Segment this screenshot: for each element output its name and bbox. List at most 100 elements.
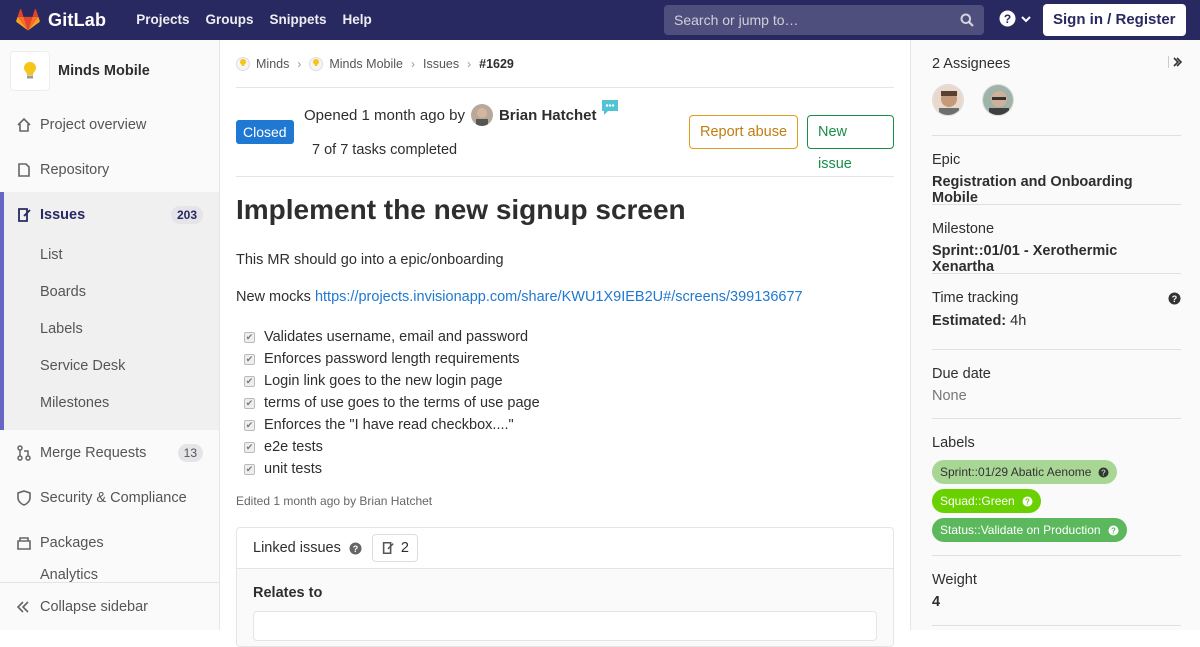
weight-block: Weight 4: [932, 556, 1181, 626]
task-item: ✔ Validates username, email and password: [236, 326, 894, 348]
estimated-label: Estimated:: [932, 313, 1007, 329]
nav-snippets[interactable]: Snippets: [262, 0, 335, 40]
nav-groups[interactable]: Groups: [197, 0, 261, 40]
double-chevron-left-icon: [16, 600, 29, 613]
sidebar-item-issues[interactable]: Issues 203: [4, 192, 219, 237]
time-tracking-title: Time tracking: [932, 290, 1019, 306]
search-box: [664, 5, 984, 35]
related-issue-card[interactable]: [253, 611, 877, 641]
task-label: Login link goes to the new login page: [264, 373, 503, 389]
sidebar-subitem-milestones[interactable]: Milestones: [4, 385, 219, 430]
label-sprint[interactable]: Sprint::01/29 Abatic Aenome ?: [932, 460, 1118, 484]
group-avatar-icon: [236, 56, 250, 71]
sidebar-item-security-compliance[interactable]: Security & Compliance: [0, 475, 219, 520]
sidebar-subitem-service-desk[interactable]: Service Desk: [4, 348, 219, 385]
task-label: Enforces password length requirements: [264, 351, 520, 367]
sidebar-item-merge-requests[interactable]: Merge Requests 13: [0, 430, 219, 475]
sign-in-button[interactable]: Sign in / Register: [1043, 4, 1186, 36]
gitlab-logo-icon: [16, 9, 40, 31]
breadcrumb: Minds › Minds Mobile › Issues › #1629: [236, 40, 894, 88]
task-checkbox[interactable]: ✔: [244, 331, 255, 343]
project-header[interactable]: Minds Mobile: [0, 40, 219, 102]
task-label: e2e tests: [264, 439, 323, 455]
mocks-link[interactable]: https://projects.invisionapp.com/share/K…: [315, 289, 803, 305]
task-checkbox[interactable]: ✔: [244, 353, 255, 365]
sidebar-subitem-list[interactable]: List: [4, 237, 219, 274]
double-chevron-right-icon[interactable]: [1168, 55, 1182, 69]
issues-count-badge: 203: [170, 205, 203, 224]
sidebar-item-project-overview[interactable]: Project overview: [0, 102, 219, 147]
sidebar-item-label: Repository: [40, 161, 110, 178]
question-icon[interactable]: ?: [349, 542, 362, 555]
project-avatar-icon: [309, 56, 324, 71]
due-date-title: Due date: [932, 366, 991, 382]
task-checkbox[interactable]: ✔: [244, 463, 255, 475]
svg-text:?: ?: [1004, 12, 1011, 26]
task-label: unit tests: [264, 461, 323, 477]
linked-issues-count[interactable]: 2: [371, 534, 418, 562]
doc-icon: [16, 162, 32, 178]
home-icon: [16, 117, 32, 133]
breadcrumb-current[interactable]: #1629: [479, 57, 514, 71]
project-name: Minds Mobile: [58, 63, 150, 79]
author-link[interactable]: Brian Hatchet: [499, 107, 597, 124]
merge-requests-count-badge: 13: [177, 443, 203, 462]
sidebar-item-label: Project overview: [40, 116, 147, 133]
task-item: ✔ Enforces password length requirements: [236, 348, 894, 370]
label-text: Status::Validate on Production: [940, 523, 1101, 537]
nav-help[interactable]: Help: [335, 0, 380, 40]
assignee-avatar[interactable]: [932, 84, 964, 116]
sidebar-subitem-labels[interactable]: Labels: [4, 311, 219, 348]
estimate-row: Estimated: 4h: [932, 313, 1181, 329]
time-tracking-block: Time tracking ? Estimated: 4h: [932, 274, 1181, 350]
task-item: ✔ e2e tests: [236, 436, 894, 458]
question-icon[interactable]: ?: [1168, 292, 1181, 305]
breadcrumb-separator: ›: [410, 56, 415, 71]
chevron-down-icon: [1021, 15, 1031, 22]
mocks-label: New mocks: [236, 289, 315, 305]
breadcrumb-issues[interactable]: Issues: [423, 57, 459, 71]
right-sidebar: 2 Assignees Epic Registration and Onboar…: [910, 40, 1200, 630]
sidebar-subitem-boards[interactable]: Boards: [4, 274, 219, 311]
assignee-avatar[interactable]: [982, 84, 1014, 116]
label-squad[interactable]: Squad::Green ?: [932, 489, 1041, 513]
task-checkbox[interactable]: ✔: [244, 397, 255, 409]
task-checkbox[interactable]: ✔: [244, 419, 255, 431]
search-input[interactable]: [664, 5, 949, 35]
nav-projects[interactable]: Projects: [128, 0, 197, 40]
gitlab-home-link[interactable]: GitLab: [16, 0, 106, 40]
task-checkbox[interactable]: ✔: [244, 375, 255, 387]
linked-count-value: 2: [400, 540, 409, 556]
breadcrumb-minds[interactable]: Minds: [256, 57, 289, 71]
epic-value[interactable]: Registration and Onboarding Mobile: [932, 174, 1181, 206]
estimated-value: 4h: [1010, 313, 1027, 329]
issue-description: This MR should go into a epic/onboarding…: [236, 252, 894, 305]
help-icon: ?: [999, 10, 1016, 27]
project-avatar: [10, 51, 50, 91]
task-label: terms of use goes to the terms of use pa…: [264, 395, 540, 411]
new-issue-button[interactable]: New issue: [807, 115, 894, 172]
help-dropdown[interactable]: ?: [999, 10, 1032, 27]
author-avatar[interactable]: [470, 104, 493, 126]
relates-to-label: Relates to: [253, 585, 323, 601]
labels-title: Labels: [932, 435, 975, 451]
collapse-sidebar-button[interactable]: Collapse sidebar: [0, 582, 219, 630]
label-status[interactable]: Status::Validate on Production ?: [932, 518, 1127, 542]
relates-to-section: Relates to: [237, 569, 893, 646]
description-paragraph: This MR should go into a epic/onboarding: [236, 252, 504, 268]
task-checkbox[interactable]: ✔: [244, 441, 255, 453]
due-date-value: None: [932, 388, 967, 404]
breadcrumb-minds-mobile[interactable]: Minds Mobile: [329, 57, 403, 71]
svg-text:?: ?: [1172, 294, 1178, 304]
label-text: Sprint::01/29 Abatic Aenome: [940, 465, 1092, 479]
issue-title: Implement the new signup screen: [236, 194, 686, 225]
package-icon: [16, 535, 32, 551]
sidebar-item-label: Security & Compliance: [40, 489, 187, 506]
sidebar-item-repository[interactable]: Repository: [0, 147, 219, 192]
task-item: ✔ unit tests: [236, 458, 894, 480]
report-abuse-button[interactable]: Report abuse: [689, 115, 799, 149]
sidebar-item-packages[interactable]: Packages: [0, 520, 219, 565]
edited-info: Edited 1 month ago by Brian Hatchet: [236, 494, 433, 508]
milestone-value[interactable]: Sprint::01/01 - Xerothermic Xenartha: [932, 243, 1181, 275]
search-icon[interactable]: [960, 13, 974, 27]
